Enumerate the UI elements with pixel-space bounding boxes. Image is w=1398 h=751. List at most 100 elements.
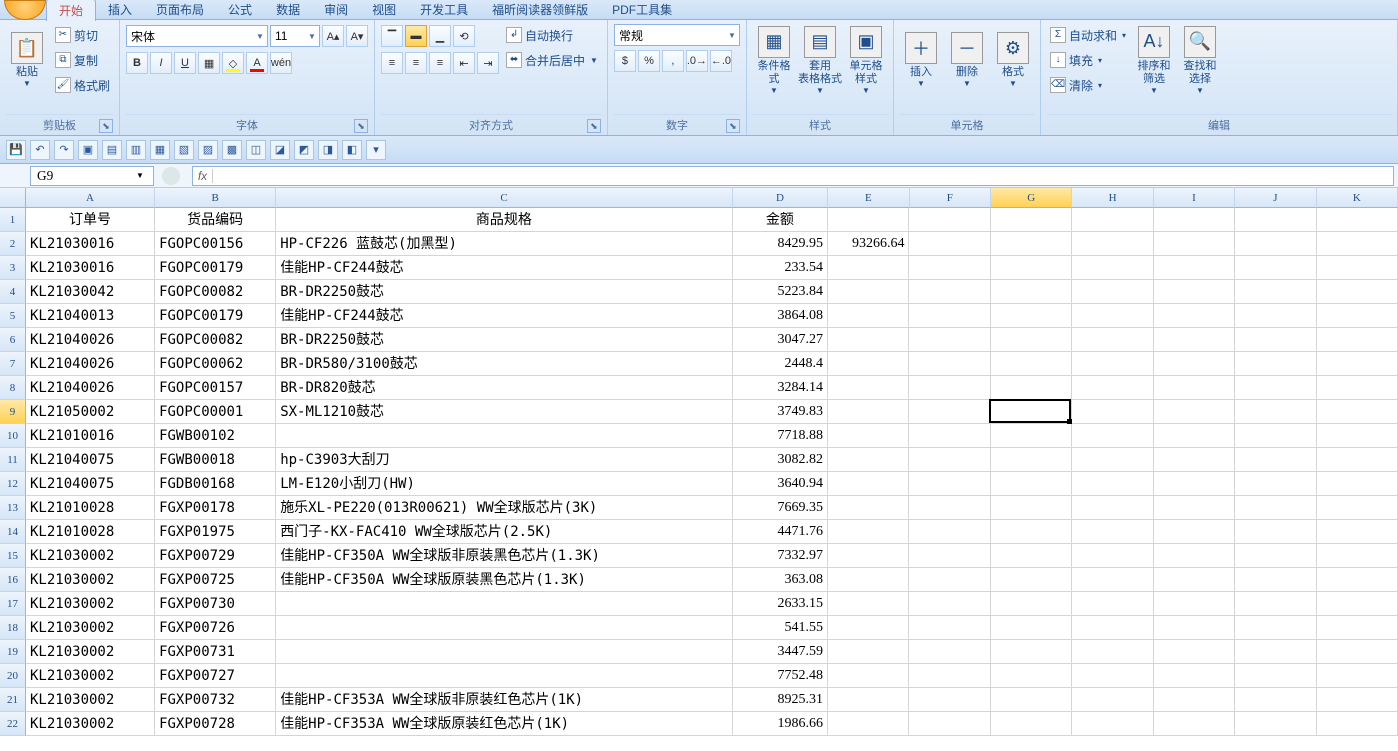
cell[interactable] bbox=[276, 592, 732, 616]
cell[interactable] bbox=[1235, 496, 1316, 520]
column-header-G[interactable]: G bbox=[991, 188, 1072, 208]
cell[interactable]: 金额 bbox=[733, 208, 828, 232]
cell[interactable]: KL21030002 bbox=[26, 640, 155, 664]
cell[interactable] bbox=[276, 424, 732, 448]
column-header-A[interactable]: A bbox=[26, 188, 155, 208]
paste-button[interactable]: 📋 粘贴 ▼ bbox=[6, 24, 48, 96]
format-as-table-button[interactable]: ▤套用 表格格式▼ bbox=[799, 24, 841, 96]
cell[interactable]: 1986.66 bbox=[733, 712, 828, 736]
accounting-button[interactable]: $ bbox=[614, 50, 636, 72]
cell[interactable]: 西门子-KX-FAC410 WW全球版芯片(2.5K) bbox=[276, 520, 732, 544]
cell[interactable] bbox=[991, 280, 1072, 304]
cell[interactable] bbox=[828, 328, 909, 352]
cell[interactable] bbox=[1072, 664, 1153, 688]
wrap-text-button[interactable]: ↲自动换行 bbox=[503, 24, 601, 46]
tab-dev[interactable]: 开发工具 bbox=[408, 0, 480, 20]
cell[interactable]: 3447.59 bbox=[733, 640, 828, 664]
cell[interactable] bbox=[1154, 592, 1235, 616]
cell[interactable]: KL21030002 bbox=[26, 712, 155, 736]
cell[interactable] bbox=[1072, 640, 1153, 664]
cell[interactable] bbox=[1235, 640, 1316, 664]
shrink-font-button[interactable]: A▾ bbox=[346, 25, 368, 47]
cell[interactable] bbox=[991, 376, 1072, 400]
cell[interactable] bbox=[1072, 568, 1153, 592]
alignment-launcher[interactable]: ⬊ bbox=[587, 119, 601, 133]
cell[interactable] bbox=[1317, 472, 1398, 496]
cell[interactable] bbox=[991, 352, 1072, 376]
fill-button[interactable]: ↓填充▾ bbox=[1047, 49, 1129, 71]
align-top-button[interactable]: ▔ bbox=[381, 25, 403, 47]
cell[interactable]: KL21030002 bbox=[26, 688, 155, 712]
cell[interactable]: KL21030002 bbox=[26, 568, 155, 592]
cell[interactable]: FGOPC00082 bbox=[155, 328, 276, 352]
chevron-down-icon[interactable]: ▼ bbox=[253, 32, 267, 41]
cell[interactable]: BR-DR2250鼓芯 bbox=[276, 328, 732, 352]
cell[interactable] bbox=[1154, 448, 1235, 472]
cell[interactable] bbox=[991, 304, 1072, 328]
cell[interactable] bbox=[909, 712, 990, 736]
tab-pdf[interactable]: PDF工具集 bbox=[600, 0, 684, 20]
cell[interactable] bbox=[909, 256, 990, 280]
cell[interactable]: 8429.95 bbox=[733, 232, 828, 256]
cell[interactable]: 2448.4 bbox=[733, 352, 828, 376]
cell[interactable] bbox=[909, 304, 990, 328]
delete-cells-button[interactable]: －删除▼ bbox=[946, 24, 988, 96]
cell[interactable] bbox=[828, 352, 909, 376]
cell[interactable]: HP-CF226 蓝鼓芯(加黑型) bbox=[276, 232, 732, 256]
cell[interactable]: 233.54 bbox=[733, 256, 828, 280]
cell[interactable] bbox=[1154, 712, 1235, 736]
cell[interactable]: FGXP00730 bbox=[155, 592, 276, 616]
cell[interactable] bbox=[991, 592, 1072, 616]
cell[interactable]: hp-C3903大刮刀 bbox=[276, 448, 732, 472]
cell[interactable] bbox=[1072, 472, 1153, 496]
cell[interactable]: KL21040075 bbox=[26, 448, 155, 472]
cell-styles-button[interactable]: ▣单元格 样式▼ bbox=[845, 24, 887, 96]
cell[interactable]: KL21010028 bbox=[26, 496, 155, 520]
cell[interactable]: KL21040026 bbox=[26, 376, 155, 400]
column-header-H[interactable]: H bbox=[1072, 188, 1153, 208]
cell[interactable] bbox=[1072, 352, 1153, 376]
column-header-E[interactable]: E bbox=[828, 188, 909, 208]
font-size-combo[interactable]: ▼ bbox=[270, 25, 320, 47]
conditional-format-button[interactable]: ▦条件格式▼ bbox=[753, 24, 795, 96]
chevron-down-icon[interactable]: ▼ bbox=[305, 32, 319, 41]
cell[interactable] bbox=[1154, 640, 1235, 664]
cell[interactable] bbox=[1317, 400, 1398, 424]
cell[interactable]: 3749.83 bbox=[733, 400, 828, 424]
cell[interactable] bbox=[828, 256, 909, 280]
cell[interactable]: FGXP00731 bbox=[155, 640, 276, 664]
cell[interactable] bbox=[1154, 376, 1235, 400]
tab-home[interactable]: 开始 bbox=[46, 0, 96, 21]
cell[interactable]: LM-E120小刮刀(HW) bbox=[276, 472, 732, 496]
cell[interactable] bbox=[1317, 448, 1398, 472]
copy-button[interactable]: ⧉复制 bbox=[52, 49, 113, 71]
cell[interactable] bbox=[828, 448, 909, 472]
cell[interactable]: KL21030002 bbox=[26, 592, 155, 616]
cut-button[interactable]: ✂剪切 bbox=[52, 24, 113, 46]
cell[interactable] bbox=[1154, 688, 1235, 712]
cell[interactable] bbox=[828, 400, 909, 424]
align-middle-button[interactable]: ▬ bbox=[405, 25, 427, 47]
cell[interactable] bbox=[1072, 232, 1153, 256]
cell[interactable]: 佳能HP-CF350A WW全球版非原装黑色芯片(1.3K) bbox=[276, 544, 732, 568]
cell[interactable]: FGXP00727 bbox=[155, 664, 276, 688]
cell[interactable]: 7332.97 bbox=[733, 544, 828, 568]
cell[interactable]: 货品编码 bbox=[155, 208, 276, 232]
row-header[interactable]: 8 bbox=[0, 376, 26, 400]
cell[interactable]: 佳能HP-CF244鼓芯 bbox=[276, 304, 732, 328]
cell[interactable] bbox=[1072, 496, 1153, 520]
cell[interactable] bbox=[1235, 616, 1316, 640]
cell[interactable] bbox=[1072, 616, 1153, 640]
cell[interactable] bbox=[1317, 208, 1398, 232]
cell[interactable] bbox=[909, 640, 990, 664]
cell[interactable]: FGOPC00179 bbox=[155, 256, 276, 280]
cell[interactable] bbox=[276, 640, 732, 664]
cell[interactable] bbox=[1154, 256, 1235, 280]
cell[interactable]: FGWB00018 bbox=[155, 448, 276, 472]
cell[interactable]: 2633.15 bbox=[733, 592, 828, 616]
cell[interactable]: 3047.27 bbox=[733, 328, 828, 352]
cell[interactable] bbox=[991, 568, 1072, 592]
cell[interactable] bbox=[828, 664, 909, 688]
cell[interactable] bbox=[828, 592, 909, 616]
row-header[interactable]: 10 bbox=[0, 424, 26, 448]
